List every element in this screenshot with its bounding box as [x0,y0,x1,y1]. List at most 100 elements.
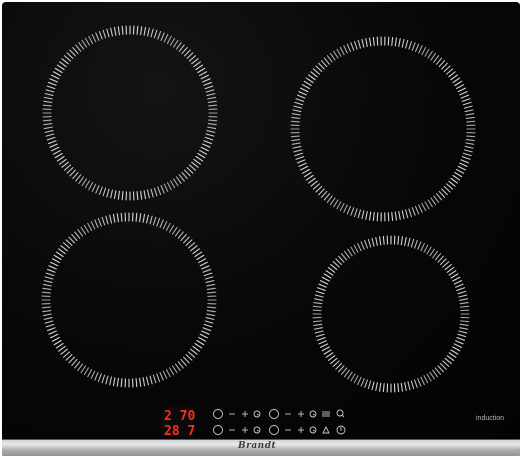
zone-tick-mark [429,248,435,257]
zone-select-button-rear-left[interactable] [213,409,223,419]
zone-tick-mark [340,253,348,261]
zone-tick-mark [450,177,458,184]
zone-tick-mark [327,266,336,273]
zone-tick-mark [43,317,53,320]
zone-tick-mark [42,313,52,317]
zone-tick-mark [294,101,304,106]
zone-tick-mark [421,46,427,56]
zone-tick-mark [150,28,154,38]
timer-icon-front-right[interactable] [309,426,317,434]
zone-tick-mark [303,171,312,178]
zone-tick-mark [459,327,469,330]
zone-tick-mark [458,294,468,298]
zone-tick-mark [175,42,182,50]
zone-tick-mark [143,26,147,36]
zone-tick-mark [116,377,119,387]
lock-icon[interactable] [322,425,330,434]
zone-tick-mark [52,71,61,77]
zone-tick-mark [181,46,188,55]
zone-tick-mark [353,244,359,253]
zone-select-button-front-right[interactable] [269,425,279,435]
zone-tick-mark [326,55,333,63]
brand-logo: Brandt [238,441,277,451]
cooking-zone-front-right[interactable] [312,235,470,393]
zone-tick-mark [140,26,143,36]
zone-tick-mark [329,52,336,61]
zone-tick-mark [405,39,409,49]
zone-tick-mark [369,37,372,47]
plus-button-rear-left[interactable] [242,411,248,417]
keep-warm-icon[interactable] [336,409,345,418]
zone-tick-mark [192,248,200,255]
cooking-zone-rear-left[interactable] [42,25,218,201]
zone-tick-mark [464,109,474,113]
zone-tick-mark [110,27,113,37]
zone-tick-mark [178,44,185,52]
zone-select-button-rear-right[interactable] [269,409,279,419]
zone-tick-mark [455,340,464,345]
zone-tick-mark [206,130,216,133]
zone-tick-mark [318,340,327,345]
cooking-zone-front-left[interactable] [41,212,217,388]
zone-tick-mark [438,190,446,198]
zone-tick-mark [84,180,91,189]
zone-tick-mark [354,208,358,218]
zone-tick-mark [452,346,461,352]
zone-tick-mark [202,143,211,148]
zone-tick-mark [195,155,204,162]
zone-tick-mark [452,174,461,181]
zone-tick-mark [295,98,305,102]
zone-select-button-front-left[interactable] [213,425,223,435]
zone-tick-mark [320,190,328,198]
zone-tick-mark [357,376,362,386]
zone-tick-mark [160,185,165,194]
zone-tick-mark [42,104,52,107]
zone-tick-mark [292,109,302,113]
zone-tick-mark [441,188,448,196]
zone-tick-mark [202,78,211,83]
zone-tick-mark [305,174,314,181]
zone-tick-mark [443,185,451,193]
zone-tick-mark [146,376,149,386]
zone-tick-mark [371,237,375,247]
zone-tick-mark [168,367,175,376]
plus-button-front-left[interactable] [242,427,248,433]
zone-tick-mark [460,320,470,323]
zone-tick-mark [186,52,194,59]
zone-tick-mark [153,29,158,39]
zone-tick-mark [194,342,203,349]
zone-tick-mark [375,236,378,246]
zone-tick-mark [460,305,470,308]
timer-icon-rear-right[interactable] [309,410,317,418]
plus-button-rear-right[interactable] [298,411,304,417]
cooking-zone-rear-right[interactable] [290,36,476,222]
zone-tick-mark [312,68,320,75]
zone-tick-mark [62,242,71,249]
zone-tick-mark [300,165,309,171]
zone-tick-mark [183,356,190,364]
zone-tick-mark [51,146,60,152]
zone-tick-mark [458,330,468,334]
zone-tick-mark [165,369,171,378]
zone-tick-mark [405,209,409,219]
zone-tick-mark [367,380,372,390]
zone-tick-mark [98,186,103,195]
zone-tick-mark [357,39,361,49]
zone-tick-mark [465,116,475,120]
timer-icon-front-left[interactable] [253,426,261,434]
booster-icon[interactable] [322,411,330,417]
zone-tick-mark [450,273,459,279]
plus-button-front-right[interactable] [298,427,304,433]
zone-tick-mark [290,120,300,123]
zone-tick-mark [291,138,301,142]
power-button-icon[interactable] [336,425,346,435]
zone-tick-mark [199,261,208,267]
zone-tick-mark [88,182,94,191]
zone-tick-mark [424,201,430,210]
timer-icon-rear-left[interactable] [253,410,261,418]
zone-tick-mark [117,190,120,200]
zone-tick-mark [448,71,456,78]
zone-tick-mark [397,235,400,245]
zone-tick-mark [56,64,65,71]
zone-tick-mark [350,42,355,51]
